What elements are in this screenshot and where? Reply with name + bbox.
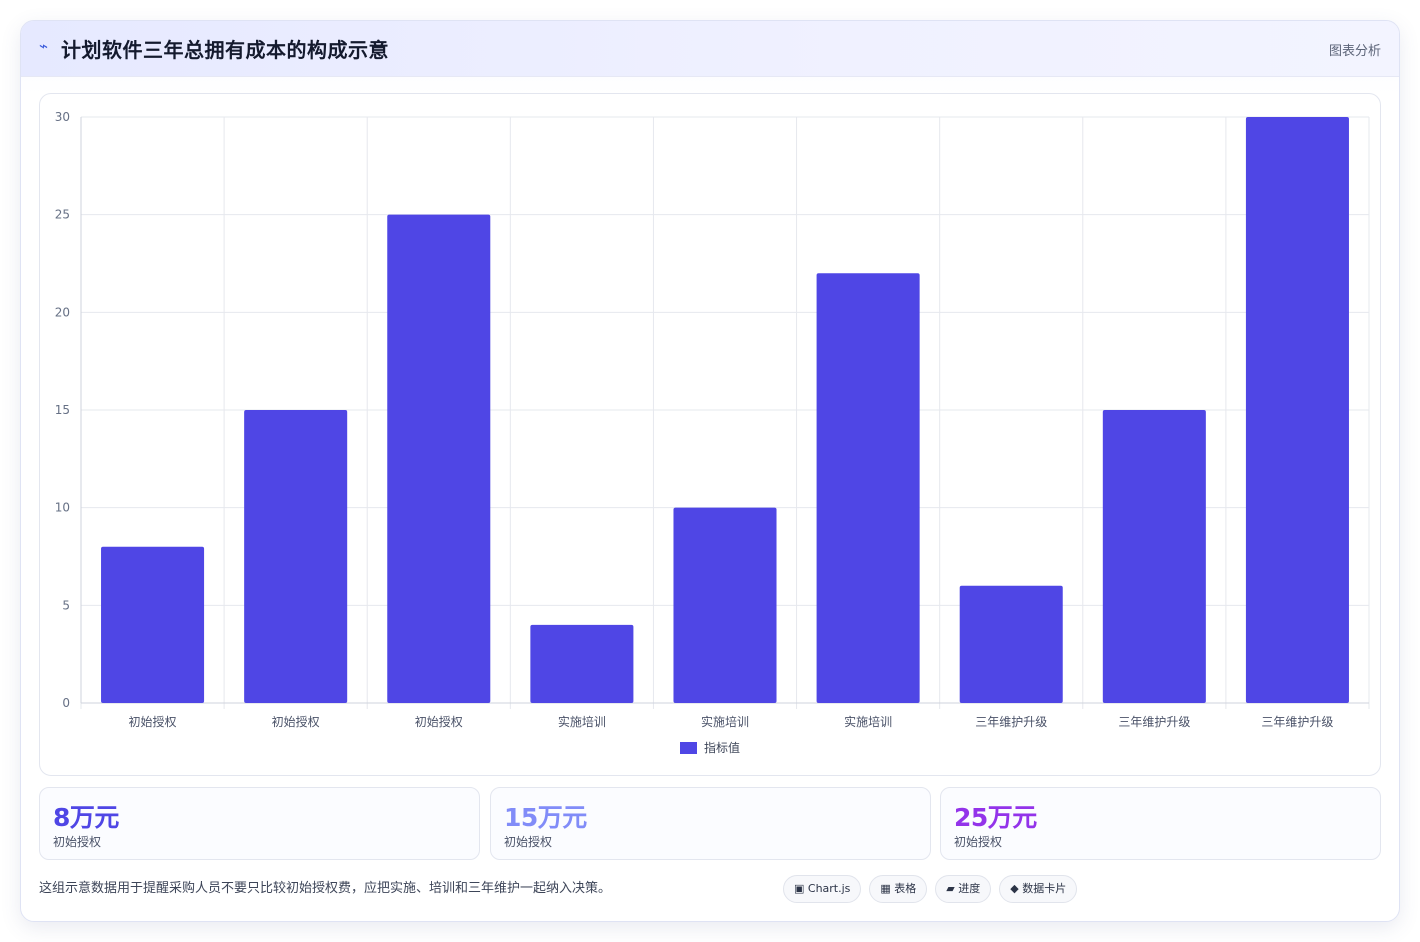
- stat-card-2: 15万元 初始授权: [490, 787, 931, 860]
- y-tick-label: 30: [55, 110, 70, 124]
- x-tick-label: 三年维护升级: [1118, 715, 1190, 729]
- stat-label: 初始授权: [53, 835, 102, 849]
- x-tick-label: 实施培训: [558, 714, 606, 729]
- bar: [387, 214, 491, 703]
- x-tick-label: 三年维护升级: [975, 715, 1047, 729]
- chart-subtitle: 图表分析: [1328, 44, 1381, 59]
- tag-table[interactable]: ▦ 表格: [869, 875, 928, 903]
- tag-list: ▣ Chart.js ▦ 表格 ▰ 进度 ◆ 数据卡片: [783, 875, 1078, 903]
- stat-value: 25万元: [954, 803, 1037, 832]
- chart-title: 计划软件三年总拥有成本的构成示意: [61, 38, 389, 62]
- stat-value: 8万元: [53, 803, 119, 832]
- y-tick-label: 10: [55, 501, 70, 515]
- card-header: ⌁ 计划软件三年总拥有成本的构成示意 图表分析: [21, 21, 1399, 77]
- legend-swatch: [680, 742, 697, 754]
- bar: [959, 585, 1063, 703]
- bolt-icon: ⌁: [39, 37, 49, 55]
- footnote: 这组示意数据用于提醒采购人员不要只比较初始授权费，应把实施、培训和三年维护一起纳…: [39, 881, 612, 896]
- chart-container: 0 5 10 15 20 25 30 初始授权 初始授权 初始授权 实施培训 实施培训 实施培训 三年维护…: [39, 93, 1381, 776]
- legend-label: 指标值: [704, 740, 740, 755]
- tag-chartjs[interactable]: ▣ Chart.js: [783, 875, 862, 903]
- y-tick-label: 0: [62, 696, 70, 710]
- bar-chart: 0 5 10 15 20 25 30 初始授权 初始授权 初始授权 实施培训 实施培训 实施培训 三年维护…: [55, 110, 1370, 755]
- x-tick-label: 初始授权: [129, 714, 177, 729]
- bar: [530, 624, 634, 703]
- stat-label: 初始授权: [954, 835, 1003, 849]
- bar: [1102, 410, 1206, 703]
- x-tick-label: 初始授权: [272, 714, 320, 729]
- bar: [101, 546, 205, 703]
- y-tick-label: 15: [55, 403, 70, 417]
- x-tick-label: 初始授权: [415, 714, 463, 729]
- bar: [673, 507, 777, 703]
- y-tick-label: 5: [62, 598, 70, 612]
- bar: [1245, 117, 1349, 703]
- bar: [816, 273, 920, 703]
- chart-card: ⌁ 计划软件三年总拥有成本的构成示意 图表分析 0 5 10 15 20 25 30 初始授权…: [20, 20, 1400, 922]
- stat-card-1: 8万元 初始授权: [39, 787, 480, 860]
- stat-value: 15万元: [504, 803, 587, 832]
- bar: [244, 410, 348, 703]
- tag-progress[interactable]: ▰ 进度: [935, 875, 992, 903]
- x-tick-label: 实施培训: [844, 714, 892, 729]
- stat-label: 初始授权: [504, 835, 553, 849]
- tag-data-cards[interactable]: ◆ 数据卡片: [999, 875, 1078, 903]
- x-tick-label: 三年维护升级: [1261, 715, 1333, 729]
- y-tick-label: 25: [55, 208, 70, 222]
- x-tick-label: 实施培训: [701, 714, 749, 729]
- stat-card-3: 25万元 初始授权: [940, 787, 1381, 860]
- y-tick-label: 20: [55, 305, 70, 319]
